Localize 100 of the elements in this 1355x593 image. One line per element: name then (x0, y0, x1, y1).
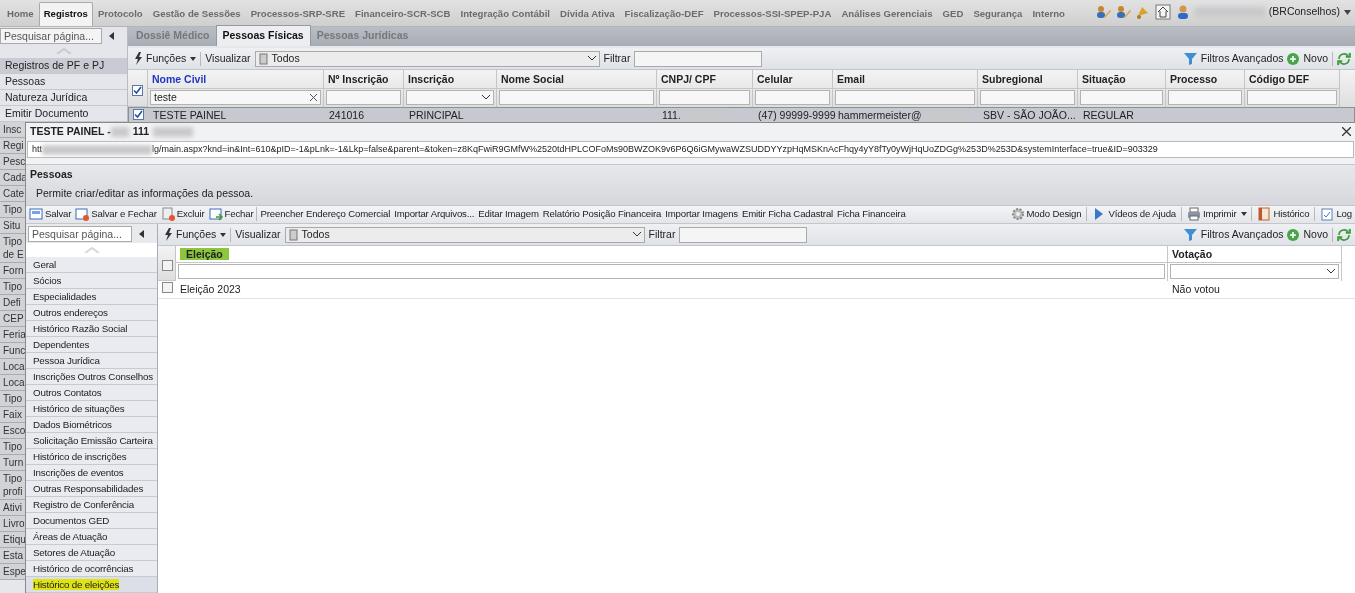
delete-button[interactable]: Excluir (159, 207, 206, 222)
sidebar-item[interactable]: Regi (3, 139, 27, 152)
sidebar-item[interactable]: Inscrições de eventos (33, 467, 124, 478)
toolbar-button[interactable]: Preencher Endereço Comercial (259, 207, 392, 222)
menu-tab[interactable]: GED (937, 1, 969, 26)
menu-tab[interactable]: Fiscalização-DEF (619, 1, 709, 26)
sidebar-item[interactable]: Feria (3, 328, 27, 341)
column-header[interactable]: Eleição (180, 248, 229, 260)
sidebar-item[interactable]: Setores de Atuação (33, 547, 115, 558)
sidebar-item[interactable]: Especialidades (33, 291, 97, 302)
filter-field[interactable] (755, 90, 830, 105)
column-header[interactable]: Inscrição (404, 70, 497, 89)
sidebar-item[interactable]: Loca (3, 360, 27, 373)
sidebar-item[interactable]: Tipo de E (3, 235, 27, 261)
history-button[interactable]: Histórico (1256, 207, 1311, 222)
column-header[interactable]: Email (833, 70, 978, 89)
menu-tab[interactable]: Protocolo (92, 1, 148, 26)
filter-field[interactable] (980, 90, 1075, 105)
sidebar-item[interactable]: Tipo (3, 440, 27, 453)
sidebar-item[interactable]: Etiqu (3, 533, 27, 546)
toolbar-button[interactable]: Importar Arquivos... (393, 207, 476, 222)
column-header[interactable]: Nº Inscrição (324, 70, 404, 89)
sidebar-item[interactable]: Insc (3, 123, 27, 136)
sidebar-item[interactable]: Situ (3, 219, 27, 232)
column-header[interactable]: Votação (1172, 248, 1213, 260)
column-header[interactable]: Código DEF (1245, 70, 1340, 89)
url-field[interactable] (27, 141, 1354, 159)
sidebar-item[interactable]: Documentos GED (33, 515, 110, 526)
sidebar-item[interactable]: Forn (3, 264, 27, 277)
filter-field[interactable]: teste (150, 90, 321, 105)
view-dropdown[interactable]: Todos (254, 50, 600, 67)
save-button[interactable]: Salvar (28, 207, 73, 222)
sidebar-item[interactable]: Esco (3, 424, 27, 437)
filter-field[interactable] (499, 90, 654, 105)
toolbar-button[interactable]: Relatório Posição Financeira (541, 207, 663, 222)
sidebar-item[interactable]: Registro de Conferência (33, 499, 135, 510)
sidebar-item[interactable]: Faix (3, 408, 27, 421)
sidebar-item[interactable]: Outras Responsabilidades (33, 483, 144, 494)
checkbox[interactable] (162, 260, 173, 271)
sidebar-item[interactable]: CEP (3, 312, 27, 325)
menu-tab[interactable]: Home (2, 1, 39, 26)
column-header[interactable]: Celular (753, 70, 833, 89)
filter-field[interactable] (326, 90, 401, 105)
menu-tab[interactable]: Processos-SSI-SPEP-PJA (708, 1, 837, 26)
sidebar-item[interactable]: Tipo (3, 392, 27, 405)
log-button[interactable]: Log (1319, 207, 1353, 222)
toolbar-button[interactable]: Ficha Financeira (836, 207, 907, 222)
sidebar-item[interactable]: Outros Contatos (33, 387, 102, 398)
filter-field[interactable] (835, 90, 975, 105)
column-header[interactable]: Processo (1166, 70, 1245, 89)
toolbar-button[interactable]: Importar Imagens (664, 207, 739, 222)
column-header[interactable]: CNPJ/ CPF (657, 70, 753, 89)
search-field[interactable]: Pesquisar página... (28, 225, 132, 242)
sidebar-item[interactable]: Cate (3, 187, 27, 200)
column-header[interactable]: Nome Social (497, 70, 657, 89)
view-dropdown[interactable]: Todos (284, 226, 645, 243)
sidebar-item[interactable]: Loca (3, 376, 27, 389)
menu-tab[interactable]: Integração Contábil (455, 1, 556, 26)
column-header[interactable]: Subregional (978, 70, 1078, 89)
sidebar-item[interactable]: Defi (3, 296, 27, 309)
advanced-filters-button[interactable]: Filtros Avançados (1183, 226, 1284, 243)
menu-tab[interactable]: Dívida Ativa (555, 1, 620, 26)
filter-field[interactable] (1168, 90, 1242, 105)
filter-field[interactable] (1170, 264, 1339, 279)
menu-tab[interactable]: Análises Gerenciais (836, 1, 938, 26)
design-mode-button[interactable]: Modo Design (1009, 207, 1083, 222)
sidebar-item[interactable]: Tipo profi (3, 472, 27, 498)
filter-field[interactable] (1247, 90, 1337, 105)
functions-menu[interactable]: Funções (162, 226, 227, 243)
menu-tab[interactable]: Segurança (968, 1, 1028, 26)
column-header[interactable]: Situação (1078, 70, 1166, 89)
save-close-button[interactable]: Salvar e Fechar (74, 207, 158, 222)
sidebar-item[interactable]: Inscrições Outros Conselhos (33, 371, 153, 382)
sidebar-item[interactable]: Registros de PF e PJ (0, 58, 127, 74)
filter-field[interactable] (634, 50, 763, 67)
tab[interactable]: Pessoas Físicas (215, 25, 311, 46)
sidebar-item[interactable]: Esta (3, 549, 27, 562)
toolbar-button[interactable]: Editar Imagem (477, 207, 540, 222)
sidebar-item[interactable]: Geral (33, 259, 56, 270)
close-icon[interactable] (1342, 127, 1351, 137)
sidebar-item[interactable]: Histórico Razão Social (33, 323, 128, 334)
search-field[interactable]: Pesquisar página... (0, 27, 102, 44)
column-header[interactable]: Nome Civil (148, 70, 324, 89)
sidebar-item[interactable]: Áreas de Atuação (33, 531, 108, 542)
checkbox[interactable] (133, 108, 144, 120)
sidebar-item[interactable]: Livro (3, 517, 27, 530)
sidebar-item[interactable]: Pessoa Jurídica (33, 355, 100, 366)
sidebar-item[interactable]: Outros endereços (33, 307, 108, 318)
toolbar-button[interactable]: Emitir Ficha Cadastral (741, 207, 835, 222)
sidebar-item[interactable]: Histórico de eleições (33, 579, 120, 590)
sidebar-item[interactable]: Sócios (33, 275, 62, 286)
new-button[interactable]: Novo (1287, 50, 1328, 67)
filter-field[interactable] (1080, 90, 1163, 105)
filter-field[interactable] (679, 226, 808, 243)
sidebar-item[interactable]: Histórico de ocorrências (33, 563, 134, 574)
sidebar-item[interactable]: Dados Biométricos (33, 419, 112, 430)
new-button[interactable]: Novo (1287, 226, 1328, 243)
sidebar-item[interactable]: Ativi (3, 501, 27, 514)
sidebar-item[interactable]: Tipo (3, 203, 27, 216)
print-button[interactable]: Imprimir (1186, 207, 1238, 222)
